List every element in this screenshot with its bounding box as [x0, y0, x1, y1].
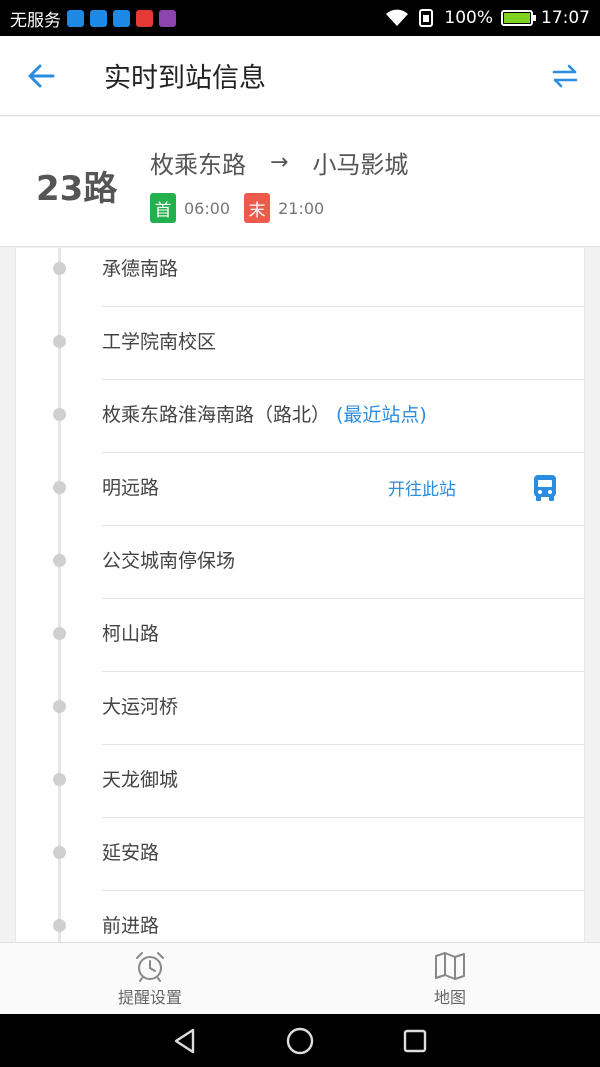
stop-dot — [53, 335, 66, 348]
route-header: 23路 枚乘东路 → 小马影城 首 06:00 末 21:00 — [0, 117, 600, 247]
nav-recents-icon[interactable] — [401, 1027, 429, 1055]
nav-home-icon[interactable] — [285, 1026, 315, 1056]
route-destination: 小马影城 — [312, 151, 409, 179]
back-arrow-icon — [28, 64, 55, 87]
keyboard-icon — [159, 9, 176, 27]
tab-map[interactable]: 地图 — [300, 943, 600, 1014]
list-item[interactable]: 工学院南校区 — [16, 307, 584, 380]
stop-name: 天龙御城 — [102, 769, 179, 791]
route-number: 23路 — [36, 169, 118, 209]
battery-percent: 100% — [444, 8, 493, 28]
first-bus-time: 06:00 — [184, 198, 231, 218]
stop-dot — [53, 408, 66, 421]
bus-icon — [534, 475, 556, 501]
page-title: 实时到站信息 — [104, 63, 266, 94]
stop-name: 大运河桥 — [102, 696, 179, 718]
bus-heading-label: 开往此站 — [388, 480, 456, 500]
stop-name: 枚乘东路淮海南路（路北） (最近站点) — [102, 400, 427, 427]
list-item[interactable]: 延安路 — [16, 818, 584, 891]
stop-name: 明远路 — [102, 477, 160, 499]
carrier-text: 无服务 — [10, 10, 61, 31]
stop-name: 公交城南停保场 — [102, 550, 236, 572]
app-bar: 实时到站信息 — [0, 36, 600, 116]
stop-dot — [53, 919, 66, 932]
stop-dot — [53, 262, 66, 275]
stop-dot — [53, 846, 66, 859]
alarm-clock-icon — [136, 951, 164, 982]
battery-icon — [501, 10, 536, 26]
stop-dot — [53, 627, 66, 640]
stop-dot — [53, 481, 66, 494]
stop-name: 前进路 — [102, 915, 160, 937]
alarm-notification-icon — [136, 9, 153, 27]
swap-direction-icon — [552, 64, 578, 87]
list-item[interactable]: 天龙御城 — [16, 745, 584, 818]
nav-back-icon[interactable] — [171, 1027, 199, 1055]
stops-list[interactable]: 承德南路 工学院南校区 枚乘东路淮海南路（路北） (最近站点) 明远路 开往此站 … — [15, 248, 585, 942]
first-bus-badge: 首 — [150, 193, 176, 223]
health-icon — [90, 9, 107, 27]
last-bus-time: 21:00 — [278, 198, 325, 218]
stop-name: 工学院南校区 — [102, 331, 217, 353]
tab-reminder-settings[interactable]: 提醒设置 — [0, 943, 300, 1014]
swap-direction-button[interactable] — [530, 36, 600, 116]
usb-icon — [67, 9, 84, 27]
stop-name: 承德南路 — [102, 258, 179, 280]
back-button[interactable] — [0, 36, 82, 116]
clock: 17:07 — [541, 8, 590, 28]
list-item[interactable]: 柯山路 — [16, 599, 584, 672]
wifi-icon — [386, 9, 409, 26]
tab-label: 提醒设置 — [117, 987, 182, 1007]
service-hours: 首 06:00 末 21:00 — [150, 193, 324, 223]
nearest-stop-label: (最近站点) — [336, 404, 427, 426]
stop-dot — [53, 773, 66, 786]
route-origin: 枚乘东路 — [150, 151, 246, 179]
system-nav-bar — [0, 1014, 600, 1067]
route-direction: 枚乘东路 → 小马影城 — [150, 145, 408, 180]
last-bus-badge: 末 — [244, 193, 271, 223]
map-icon — [435, 951, 465, 980]
list-item[interactable]: 明远路 开往此站 — [16, 453, 584, 526]
tab-label: 地图 — [433, 987, 466, 1007]
bottom-tab-bar: 提醒设置 地图 — [0, 942, 600, 1014]
list-item[interactable]: 公交城南停保场 — [16, 526, 584, 599]
usb-debug-icon — [113, 9, 130, 27]
status-bar: 无服务 100% 17:07 — [0, 0, 600, 36]
list-item[interactable]: 前进路 — [16, 891, 584, 942]
list-item[interactable]: 承德南路 — [16, 248, 584, 307]
list-item[interactable]: 大运河桥 — [16, 672, 584, 745]
stop-dot — [53, 700, 66, 713]
stop-name: 延安路 — [102, 842, 160, 864]
list-item-nearest[interactable]: 枚乘东路淮海南路（路北） (最近站点) — [16, 380, 584, 453]
sim-icon — [419, 9, 434, 27]
direction-arrow: → — [270, 150, 289, 175]
stop-dot — [53, 554, 66, 567]
stop-name-text: 枚乘东路淮海南路（路北） — [102, 404, 331, 426]
stop-name: 柯山路 — [102, 623, 160, 645]
